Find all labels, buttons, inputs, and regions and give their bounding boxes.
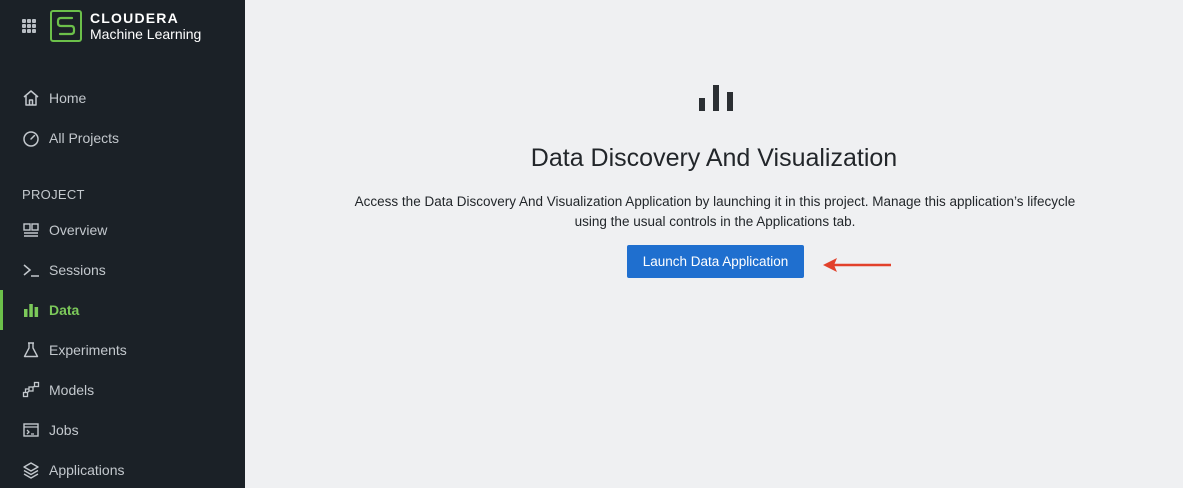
nav-item-models[interactable]: Models [0,370,245,410]
brand-header: CLOUDERA Machine Learning [22,10,201,42]
sidebar: CLOUDERA Machine Learning Home All Proje… [0,0,245,488]
nav-item-applications[interactable]: Applications [0,450,245,488]
description-line: Access the Data Discovery And Visualizat… [354,194,1076,209]
project-section-label: PROJECT [22,187,85,202]
nav-item-label: Jobs [49,422,79,438]
launch-data-application-button[interactable]: Launch Data Application [627,245,804,278]
home-icon [22,89,40,107]
nav-item-home[interactable]: Home [0,78,245,118]
app-grid-icon[interactable] [22,19,36,33]
terminal-icon [22,261,40,279]
jobs-icon [22,421,40,439]
nav-item-label: Home [49,90,87,106]
annotation-arrow-icon [821,255,893,280]
nav-item-jobs[interactable]: Jobs [0,410,245,450]
models-icon [22,381,40,399]
nav-item-sessions[interactable]: Sessions [0,250,245,290]
nav-item-label: Overview [49,222,108,238]
nav-item-experiments[interactable]: Experiments [0,330,245,370]
page-title: Data Discovery And Visualization [530,144,898,172]
brand-product: Machine Learning [90,26,202,42]
gauge-icon [22,129,40,147]
page-description: Access the Data Discovery And Visualizat… [325,192,1105,232]
nav-item-data[interactable]: Data [0,290,245,330]
nav-item-label: Experiments [49,342,127,358]
brand-text: CLOUDERA Machine Learning [90,10,201,42]
bar-chart-icon [699,85,733,111]
nav-item-label: Sessions [49,262,106,278]
main-content: Data Discovery And Visualization Access … [245,0,1183,488]
nav-item-label: Models [49,382,95,398]
nav-item-label: Data [49,302,80,318]
description-line: using the usual controls in the Applicat… [574,214,856,229]
brand-name: CLOUDERA [90,10,179,26]
flask-icon [22,341,40,359]
cloudera-logo-icon[interactable] [50,10,82,42]
bar-chart-icon [22,301,40,319]
overview-icon [22,221,40,239]
nav-item-label: Applications [49,462,125,478]
layers-icon [22,461,40,479]
nav-item-all-projects[interactable]: All Projects [0,118,245,158]
nav-item-overview[interactable]: Overview [0,210,245,250]
nav-item-label: All Projects [49,130,120,146]
